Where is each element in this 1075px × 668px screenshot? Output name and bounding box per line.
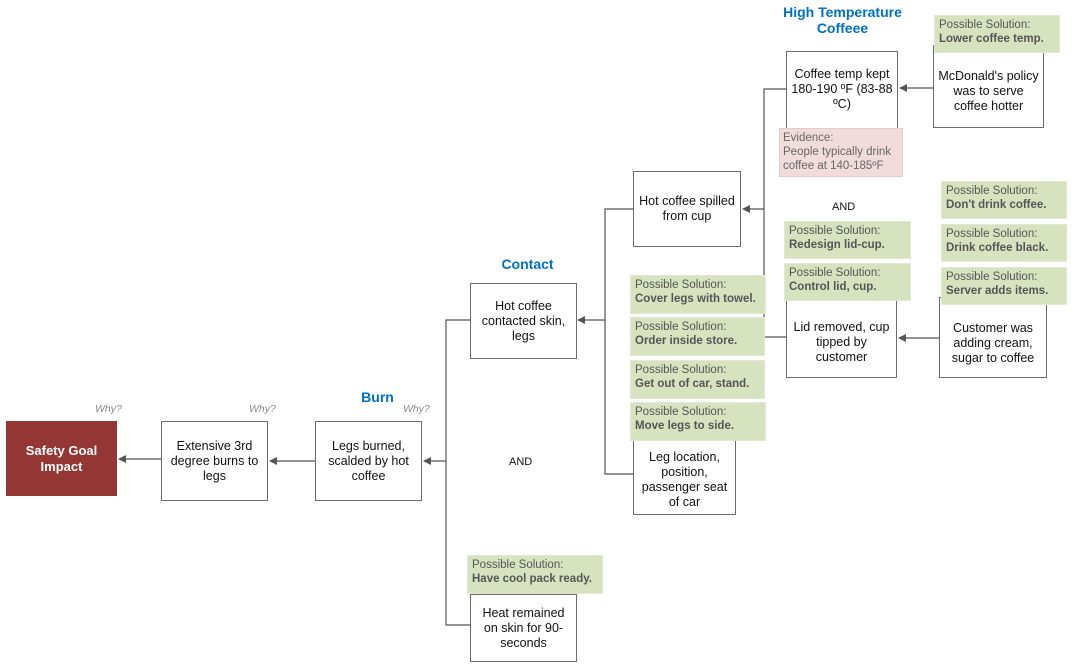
solution-prefix: Possible Solution: [635,321,727,333]
solution-prefix: Possible Solution: [946,228,1038,240]
node-label: Coffee temp kept 180-190 ºF (83-88 ºC) [791,67,893,111]
solution-prefix: Possible Solution: [789,225,881,237]
solution-get-out: Possible Solution: Get out of car, stand… [630,360,765,399]
solution-text: Control lid, cup. [789,281,877,293]
solution-control-lid: Possible Solution: Control lid, cup. [784,263,911,301]
node-mcdonalds-policy[interactable]: McDonald's policy was to serve coffee ho… [933,45,1044,128]
solution-text: Server adds items. [946,285,1049,297]
node-label: Leg location, position, passenger seat o… [641,449,728,509]
node-label: McDonald's policy was to serve coffee ho… [938,69,1039,113]
node-label: Lid removed, cup tipped by customer [793,319,890,364]
and-label: AND [509,456,533,468]
solution-prefix: Possible Solution: [472,559,564,571]
node-label: Customer was adding cream, sugar to coff… [951,321,1035,365]
solution-lower-temp: Possible Solution: Lower coffee temp. [934,15,1060,53]
solution-text: Don't drink coffee. [946,199,1047,211]
why-analysis-diagram: Burn Contact High Temperature Coffeee Wh… [0,0,1075,668]
solution-prefix: Possible Solution: [946,185,1038,197]
evidence-line: coffee at 140-185ºF [783,160,884,172]
node-legs-burned[interactable]: Legs burned, scalded by hot coffee [315,421,422,501]
solution-cool-pack: Possible Solution: Have cool pack ready. [467,555,603,594]
node-customer-adding[interactable]: Customer was adding cream, sugar to coff… [939,297,1047,378]
solution-cover-legs: Possible Solution: Cover legs with towel… [630,275,766,314]
why-label: Why? [95,403,122,415]
node-label: Legs burned, scalded by hot coffee [328,438,409,483]
solution-text: Redesign lid-cup. [789,239,885,251]
solution-prefix: Possible Solution: [635,364,727,376]
heading-high-temperature: High Temperature Coffeee [783,4,902,36]
solution-text: Lower coffee temp. [939,33,1044,45]
solution-text: Drink coffee black. [946,242,1049,254]
solution-prefix: Possible Solution: [635,406,727,418]
why-label: Why? [403,403,430,415]
solution-text: Cover legs with towel. [635,293,756,305]
node-lid-removed[interactable]: Lid removed, cup tipped by customer [786,300,897,378]
solution-dont-drink: Possible Solution: Don't drink coffee. [941,181,1067,219]
safety-goal-impact-node[interactable]: Safety Goal Impact [6,421,117,496]
connector-spilled-to-contact [577,208,634,324]
goal-label: Safety Goal Impact [25,442,98,474]
solution-drink-black: Possible Solution: Drink coffee black. [941,224,1067,262]
node-label: Hot coffee spilled from cup [639,194,735,223]
node-contacted-skin[interactable]: Hot coffee contacted skin, legs [470,283,577,359]
heading-contact: Contact [501,256,554,272]
and-label: AND [832,201,856,213]
connector-contact-to-legs-burned [423,319,471,465]
solution-prefix: Possible Solution: [939,19,1031,31]
node-coffee-spilled[interactable]: Hot coffee spilled from cup [633,171,741,247]
solution-redesign-lid: Possible Solution: Redesign lid-cup. [784,221,911,259]
node-extensive-burns[interactable]: Extensive 3rd degree burns to legs [161,421,268,501]
node-label: Hot coffee contacted skin, legs [481,298,566,343]
evidence-title: Evidence: [783,132,834,144]
solution-text: Get out of car, stand. [635,378,750,390]
evidence-note: Evidence: People typically drink coffee … [779,128,903,177]
solution-prefix: Possible Solution: [946,271,1038,283]
node-label: Extensive 3rd degree burns to legs [170,438,259,483]
evidence-line: People typically drink [783,146,892,158]
solution-move-legs: Possible Solution: Move legs to side. [630,402,766,441]
node-coffee-temp[interactable]: Coffee temp kept 180-190 ºF (83-88 ºC) [786,51,898,135]
why-label: Why? [249,403,276,415]
solution-order-inside: Possible Solution: Order inside store. [630,317,765,356]
solution-prefix: Possible Solution: [635,279,727,291]
solution-prefix: Possible Solution: [789,267,881,279]
solution-text: Order inside store. [635,335,738,347]
solution-text: Move legs to side. [635,420,735,432]
solution-text: Have cool pack ready. [472,573,592,585]
node-label: Heat remained on skin for 90-seconds [482,605,565,650]
solution-server-adds: Possible Solution: Server adds items. [941,267,1067,305]
node-leg-location[interactable]: Leg location, position, passenger seat o… [633,440,736,515]
node-heat-remained[interactable]: Heat remained on skin for 90-seconds [470,594,577,662]
connector-heat-remained-branch [445,461,471,626]
